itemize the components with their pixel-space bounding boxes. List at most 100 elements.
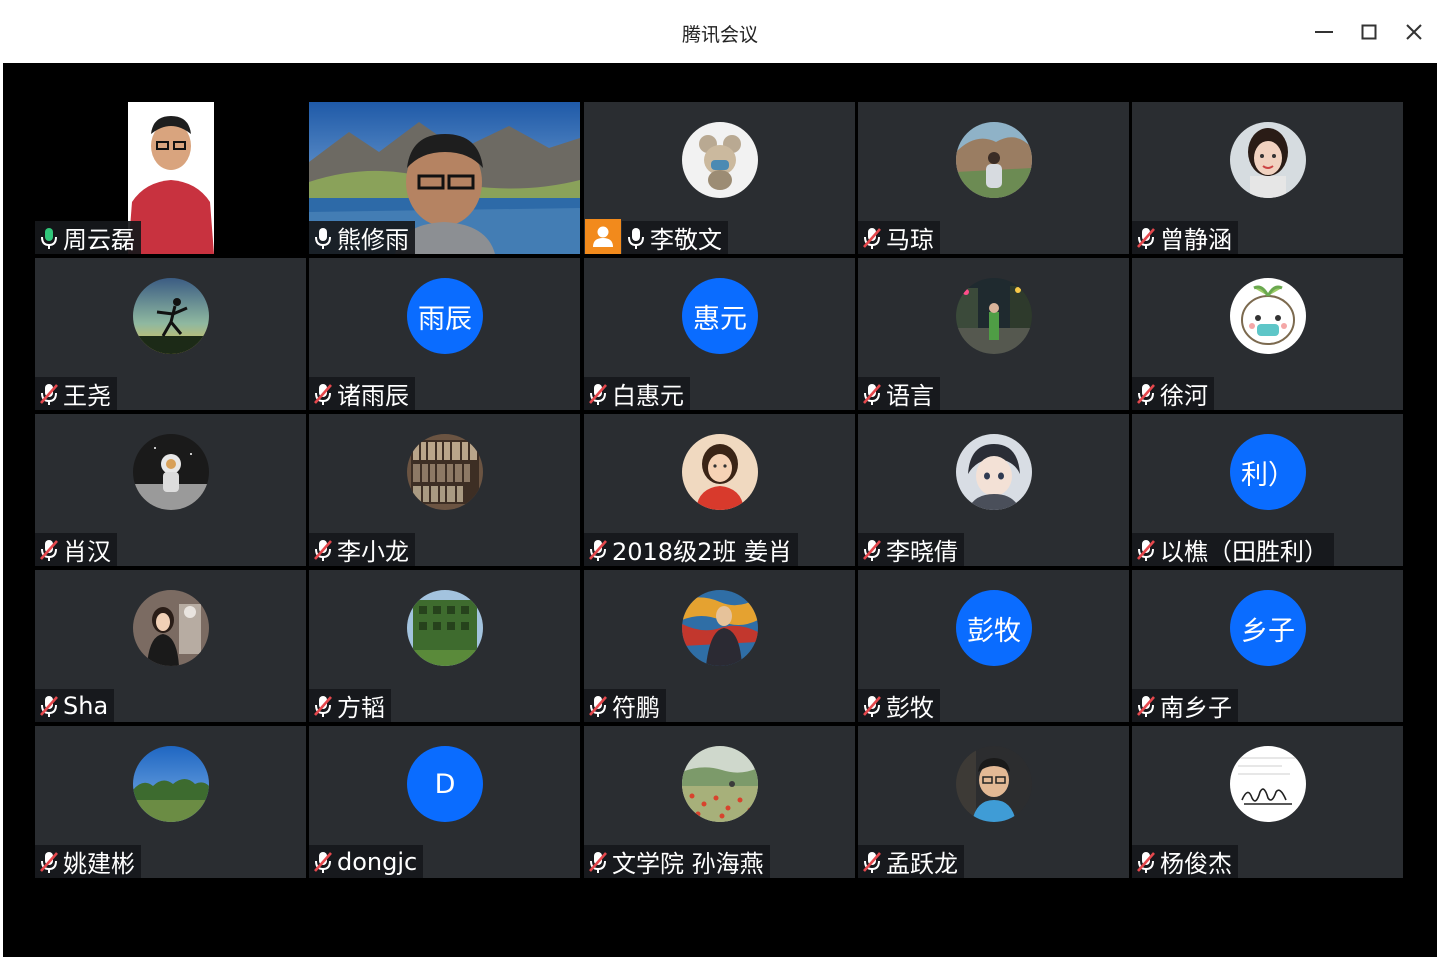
minimize-button[interactable] (1308, 16, 1340, 48)
participant-name-label: dongjc (309, 845, 424, 878)
participant-name: 周云磊 (63, 226, 135, 254)
participant-tile[interactable]: 周云磊 (35, 102, 306, 254)
participant-name-label: 徐河 (1132, 377, 1214, 410)
participant-name: 彭牧 (886, 694, 934, 722)
initials-avatar: 利） (1230, 434, 1306, 510)
participant-name: 王尧 (63, 382, 111, 410)
mic-muted-icon (1135, 226, 1157, 250)
participant-tile[interactable]: 彭牧 彭牧 (858, 570, 1129, 722)
mic-muted-icon (312, 382, 334, 406)
avatar (682, 434, 758, 510)
avatar (407, 590, 483, 666)
initials-avatar: 雨辰 (407, 278, 483, 354)
mic-icon (38, 226, 60, 250)
close-icon (1406, 24, 1422, 40)
mic-muted-icon (587, 382, 609, 406)
mic-muted-icon (861, 850, 883, 874)
title-bar: 腾讯会议 (0, 0, 1440, 63)
participant-name: 姚建彬 (63, 850, 135, 878)
participant-name: dongjc (337, 847, 418, 876)
participant-name: 徐河 (1160, 382, 1208, 410)
mic-icon (625, 226, 647, 250)
participant-name-label: 杨俊杰 (1132, 845, 1238, 878)
participant-name-label: 曾静涵 (1132, 221, 1238, 254)
participant-name: 李小龙 (337, 538, 409, 566)
mic-muted-icon (38, 382, 60, 406)
participant-name-label: 肖汉 (35, 533, 117, 566)
mic-muted-icon (861, 226, 883, 250)
participant-name-label: 方韬 (309, 689, 391, 722)
participant-name-label: 符鹏 (584, 689, 666, 722)
avatar (133, 590, 209, 666)
maximize-icon (1361, 24, 1377, 40)
minimize-icon (1315, 31, 1333, 33)
participant-tile[interactable]: 方韬 (309, 570, 580, 722)
participant-name: 以樵（田胜利） (1160, 538, 1328, 566)
participant-tile[interactable]: 杨俊杰 (1132, 726, 1403, 878)
participant-tile[interactable]: 利） 以樵（田胜利） (1132, 414, 1403, 566)
participant-name: 曾静涵 (1160, 226, 1232, 254)
participant-name-label: Sha (35, 689, 115, 722)
participant-name: 杨俊杰 (1160, 850, 1232, 878)
participant-name-label: 2018级2班 姜肖 (584, 533, 798, 566)
app-window: 腾讯会议 周云磊 熊修雨 李敬文 马琼 曾静涵 王尧 雨辰 诸雨辰 惠元 白惠元 语言 徐河 肖汉 李小龙… (0, 0, 1440, 960)
participant-name-label: 以樵（田胜利） (1132, 533, 1334, 566)
participant-tile[interactable]: 李敬文 (584, 102, 855, 254)
mic-muted-icon (861, 538, 883, 562)
mic-muted-icon (1135, 382, 1157, 406)
avatar (1230, 122, 1306, 198)
participant-name: Sha (63, 691, 109, 720)
participant-tile[interactable]: 符鹏 (584, 570, 855, 722)
mic-muted-icon (861, 694, 883, 718)
mic-muted-icon (312, 850, 334, 874)
participant-tile[interactable]: 熊修雨 (309, 102, 580, 254)
participant-tile[interactable]: 乡子南乡子 (1132, 570, 1403, 722)
initials-avatar: 乡子 (1230, 590, 1306, 666)
participant-name-label: 李晓倩 (858, 533, 964, 566)
mic-muted-icon (1135, 694, 1157, 718)
participant-tile[interactable]: 肖汉 (35, 414, 306, 566)
mic-muted-icon (1135, 538, 1157, 562)
participant-tile[interactable]: 徐河 (1132, 258, 1403, 410)
participant-tile[interactable]: Ddongjc (309, 726, 580, 878)
participant-name: 肖汉 (63, 538, 111, 566)
participant-tile[interactable]: 李晓倩 (858, 414, 1129, 566)
participant-tile[interactable]: Sha (35, 570, 306, 722)
avatar (956, 434, 1032, 510)
mic-muted-icon (587, 850, 609, 874)
participant-name-label: 熊修雨 (309, 221, 415, 254)
initials-avatar: 彭牧 (956, 590, 1032, 666)
participant-tile[interactable]: 文学院 孙海燕 (584, 726, 855, 878)
participant-name: 李敬文 (650, 226, 722, 254)
mic-muted-icon (38, 850, 60, 874)
participant-name: 语言 (886, 382, 934, 410)
participant-name-label: 李小龙 (309, 533, 415, 566)
avatar (133, 746, 209, 822)
participant-tile[interactable]: 孟跃龙 (858, 726, 1129, 878)
participant-name-label: 姚建彬 (35, 845, 141, 878)
mic-muted-icon (1135, 850, 1157, 874)
participant-tile[interactable]: 语言 (858, 258, 1129, 410)
close-button[interactable] (1398, 16, 1430, 48)
participant-tile[interactable]: 2018级2班 姜肖 (584, 414, 855, 566)
participant-name-label: 彭牧 (858, 689, 940, 722)
participant-tile[interactable]: 王尧 (35, 258, 306, 410)
participant-name-label: 诸雨辰 (309, 377, 415, 410)
mic-muted-icon (38, 538, 60, 562)
participant-tile[interactable]: 雨辰诸雨辰 (309, 258, 580, 410)
avatar (407, 434, 483, 510)
participant-name: 南乡子 (1160, 694, 1232, 722)
participant-tile[interactable]: 姚建彬 (35, 726, 306, 878)
participant-tile[interactable]: 李小龙 (309, 414, 580, 566)
participant-tile[interactable]: 曾静涵 (1132, 102, 1403, 254)
participant-name-label: 文学院 孙海燕 (584, 845, 770, 878)
participant-name: 白惠元 (612, 382, 684, 410)
avatar (682, 746, 758, 822)
participant-tile[interactable]: 马琼 (858, 102, 1129, 254)
avatar (1230, 278, 1306, 354)
avatar (1230, 746, 1306, 822)
avatar (956, 122, 1032, 198)
participant-tile[interactable]: 惠元 白惠元 (584, 258, 855, 410)
participant-name: 符鹏 (612, 694, 660, 722)
maximize-button[interactable] (1353, 16, 1385, 48)
